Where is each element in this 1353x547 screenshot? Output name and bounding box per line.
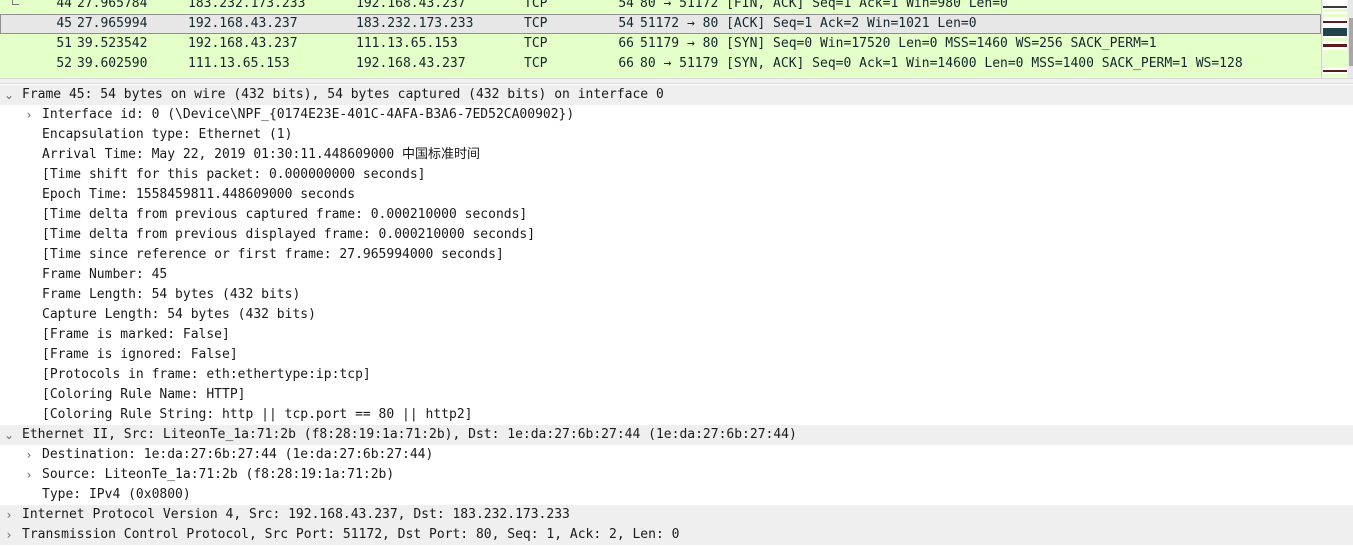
chevron-down-icon[interactable]: ⌄ xyxy=(3,85,15,105)
packet-cell-no: 44 xyxy=(56,0,72,11)
packet-cell-dst: 192.168.43.237 xyxy=(356,0,466,11)
scrollbar-thumb[interactable] xyxy=(1349,18,1353,66)
tree-time-shift[interactable]: [Time shift for this packet: 0.000000000… xyxy=(0,165,1353,185)
packet-cell-no: 51 xyxy=(56,36,72,51)
packet-cell-src: 183.232.173.233 xyxy=(188,0,306,11)
arrival-time-value: Arrival Time: May 22, 2019 01:30:11.4486… xyxy=(42,147,403,162)
packet-cell-len: 66 xyxy=(618,56,634,71)
minimap-mark xyxy=(1323,6,1347,8)
packet-cell-src: 192.168.43.237 xyxy=(188,16,298,31)
packet-cell-len: 66 xyxy=(618,36,634,51)
tree-coloring-rule-name[interactable]: [Coloring Rule Name: HTTP] xyxy=(0,385,1353,405)
tree-ip-header[interactable]: › Internet Protocol Version 4, Src: 192.… xyxy=(0,505,1353,525)
tree-encapsulation[interactable]: Encapsulation type: Ethernet (1) xyxy=(0,125,1353,145)
minimap-mark xyxy=(1323,50,1347,68)
packet-minimap[interactable] xyxy=(1321,0,1353,78)
tree-capture-length[interactable]: Capture Length: 54 bytes (432 bits) xyxy=(0,305,1353,325)
minimap-mark xyxy=(1323,28,1347,36)
tree-frame-number[interactable]: Frame Number: 45 xyxy=(0,265,1353,285)
tree-interface-id[interactable]: › Interface id: 0 (\Device\NPF_{0174E23E… xyxy=(0,105,1353,125)
packet-row-selected[interactable]: 45 27.965994 192.168.43.237 183.232.173.233… xyxy=(0,14,1321,34)
packet-row[interactable]: 52 39.602590 111.13.65.153 192.168.43.237 TC… xyxy=(0,54,1321,74)
tree-protocols[interactable]: [Protocols in frame: eth:ethertype:ip:tc… xyxy=(0,365,1353,385)
tree-eth-source[interactable]: › Source: LiteonTe_1a:71:2b (f8:28:19:1a… xyxy=(0,465,1353,485)
packet-cell-info: 80 → 51179 [SYN, ACK] Seq=0 Ack=1 Win=14… xyxy=(640,56,1243,71)
packet-cell-proto: TCP xyxy=(524,16,548,31)
minimap-mark xyxy=(1323,74,1347,77)
minimap-mark xyxy=(1323,38,1347,41)
packet-cell-info: 51179 → 80 [SYN] Seq=0 Win=17520 Len=0 M… xyxy=(640,36,1157,51)
pane-splitter[interactable] xyxy=(0,78,1353,84)
tree-eth-type[interactable]: Type: IPv4 (0x0800) xyxy=(0,485,1353,505)
packet-details-tree[interactable]: ⌄ Frame 45: 54 bytes on wire (432 bits),… xyxy=(0,85,1353,547)
packet-cell-time: 27.965784 xyxy=(77,0,148,11)
packet-cell-info: 80 → 51172 [FIN, ACK] Seq=1 Ack=1 Win=98… xyxy=(640,0,1008,11)
packet-cell-dst: 111.13.65.153 xyxy=(356,36,458,51)
packet-cell-len: 54 xyxy=(618,0,634,11)
tree-coloring-rule-string[interactable]: [Coloring Rule String: http || tcp.port … xyxy=(0,405,1353,425)
tree-delta-displayed[interactable]: [Time delta from previous displayed fram… xyxy=(0,225,1353,245)
chevron-right-icon[interactable]: › xyxy=(23,465,35,485)
tree-tcp-header[interactable]: › Transmission Control Protocol, Src Por… xyxy=(0,525,1353,545)
minimap-mark xyxy=(1323,9,1347,12)
packet-cell-src: 192.168.43.237 xyxy=(188,36,298,51)
minimap-mark xyxy=(1323,14,1347,17)
tree-since-reference[interactable]: [Time since reference or first frame: 27… xyxy=(0,245,1353,265)
minimap-mark xyxy=(1323,21,1347,23)
packet-list[interactable]: 44 27.965784 183.232.173.233 192.168.43.237… xyxy=(0,0,1321,78)
packet-cell-no: 45 xyxy=(56,16,72,31)
packet-cell-info: 51172 → 80 [ACK] Seq=1 Ack=2 Win=1021 Le… xyxy=(640,16,977,31)
packet-cell-proto: TCP xyxy=(524,56,548,71)
tree-ethernet-header[interactable]: ⌄ Ethernet II, Src: LiteonTe_1a:71:2b (f… xyxy=(0,425,1353,445)
chevron-right-icon[interactable]: › xyxy=(3,505,15,525)
arrival-time-zone: 中国标准时间 xyxy=(402,147,481,162)
packet-list-scrollbar[interactable] xyxy=(1348,0,1353,78)
tree-delta-captured[interactable]: [Time delta from previous captured frame… xyxy=(0,205,1353,225)
tree-arrival-time[interactable]: Arrival Time: May 22, 2019 01:30:11.4486… xyxy=(0,145,1353,165)
packet-cell-time: 27.965994 xyxy=(77,16,148,31)
tree-eth-destination[interactable]: › Destination: 1e:da:27:6b:27:44 (1e:da:… xyxy=(0,445,1353,465)
minimap-mark xyxy=(1323,44,1347,47)
chevron-right-icon[interactable]: › xyxy=(3,525,15,545)
chevron-right-icon[interactable]: › xyxy=(23,445,35,465)
packet-cell-dst: 192.168.43.237 xyxy=(356,56,466,71)
tree-frame-length[interactable]: Frame Length: 54 bytes (432 bits) xyxy=(0,285,1353,305)
packet-row[interactable]: 51 39.523542 192.168.43.237 111.13.65.153 TC… xyxy=(0,34,1321,54)
packet-cell-no: 52 xyxy=(56,56,72,71)
packet-cell-proto: TCP xyxy=(524,0,548,11)
packet-row[interactable]: 44 27.965784 183.232.173.233 192.168.43.237… xyxy=(0,0,1321,14)
chevron-right-icon[interactable]: › xyxy=(23,105,35,125)
packet-cell-proto: TCP xyxy=(524,36,548,51)
packet-cell-time: 39.602590 xyxy=(77,56,148,71)
tree-frame-header[interactable]: ⌄ Frame 45: 54 bytes on wire (432 bits),… xyxy=(0,85,1353,105)
chevron-down-icon[interactable]: ⌄ xyxy=(3,425,15,445)
minimap-mark xyxy=(1323,70,1347,72)
tree-epoch-time[interactable]: Epoch Time: 1558459811.448609000 seconds xyxy=(0,185,1353,205)
packet-cell-dst: 183.232.173.233 xyxy=(356,16,474,31)
packet-cell-time: 39.523542 xyxy=(77,36,148,51)
packet-cell-src: 111.13.65.153 xyxy=(188,56,290,71)
tree-frame-marked[interactable]: [Frame is marked: False] xyxy=(0,325,1353,345)
packet-rows: 44 27.965784 183.232.173.233 192.168.43.237… xyxy=(0,0,1321,74)
tree-frame-ignored[interactable]: [Frame is ignored: False] xyxy=(0,345,1353,365)
packet-cell-len: 54 xyxy=(618,16,634,31)
